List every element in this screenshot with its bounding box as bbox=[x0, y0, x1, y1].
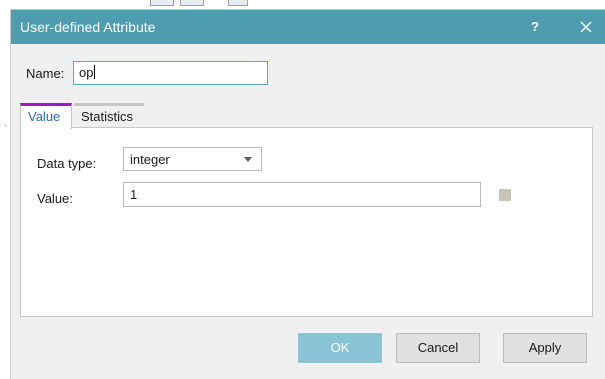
name-input-value: op bbox=[79, 65, 94, 80]
background-marker: . bbox=[4, 118, 7, 129]
value-label: Value: bbox=[37, 191, 73, 206]
ok-button[interactable]: OK bbox=[298, 333, 382, 363]
data-type-label: Data type: bbox=[37, 156, 97, 171]
data-type-selected: integer bbox=[130, 152, 170, 167]
color-swatch-button[interactable] bbox=[499, 189, 511, 201]
value-tab-panel: Data type: integer Value: bbox=[20, 127, 593, 317]
tab-value[interactable]: Value bbox=[20, 103, 72, 129]
close-icon bbox=[580, 21, 592, 33]
close-button[interactable] bbox=[574, 16, 598, 38]
name-input[interactable]: op bbox=[73, 61, 268, 85]
cancel-button[interactable]: Cancel bbox=[396, 333, 480, 363]
help-button[interactable]: ? bbox=[523, 16, 547, 38]
text-cursor bbox=[94, 65, 96, 79]
data-type-dropdown[interactable]: integer bbox=[123, 147, 262, 171]
value-input[interactable] bbox=[123, 182, 481, 207]
apply-button[interactable]: Apply bbox=[503, 333, 587, 363]
name-label: Name: bbox=[26, 66, 65, 81]
tab-statistics[interactable]: Statistics bbox=[74, 103, 144, 127]
chevron-down-icon bbox=[244, 157, 252, 162]
background-toolbar-fragment bbox=[150, 0, 270, 10]
title-bar[interactable]: User-defined Attribute ? bbox=[11, 10, 605, 44]
dialog-title: User-defined Attribute bbox=[20, 19, 156, 35]
user-defined-attribute-dialog: User-defined Attribute ? Name: op Value … bbox=[11, 10, 605, 379]
